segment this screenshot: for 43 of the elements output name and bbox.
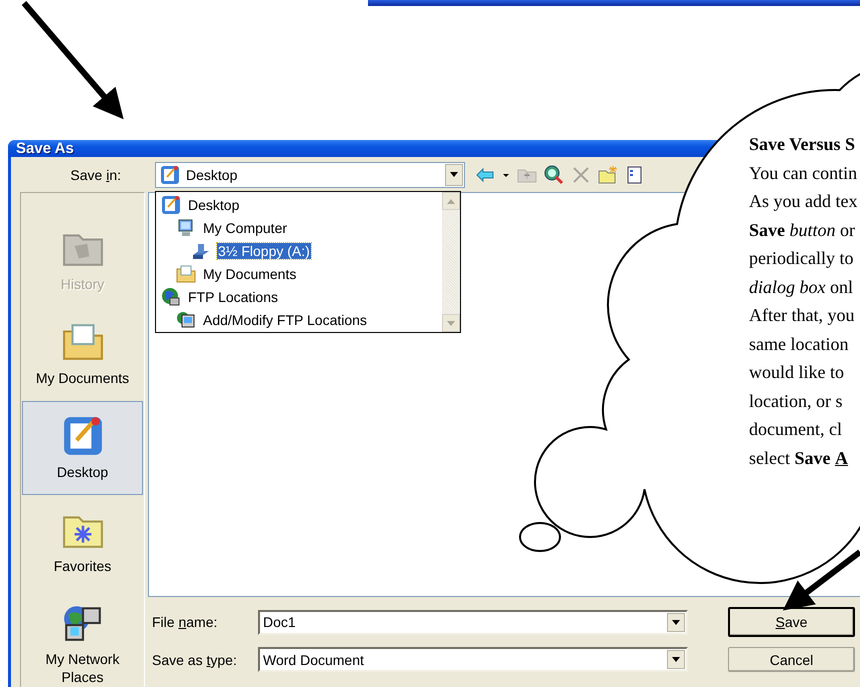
window-title: Save As <box>16 140 74 157</box>
callout-text: same location <box>749 332 850 356</box>
callout-text: periodically to <box>749 247 854 270</box>
callout-text: As you add tex <box>749 190 858 213</box>
field-label: File name: <box>152 614 218 630</box>
file-type-dropdown[interactable]: Word Document <box>258 647 688 672</box>
location-item[interactable]: FTP Locations <box>187 288 280 304</box>
place-item[interactable]: My Documents <box>22 307 143 401</box>
folder-icon <box>62 321 104 363</box>
location-dropdown[interactable]: Desktop <box>155 162 465 188</box>
field-label: Save in: <box>70 166 121 182</box>
callout-text: would like to <box>749 361 845 384</box>
field-label: Save as type: <box>152 652 238 668</box>
search-icon[interactable] <box>544 164 564 184</box>
desktop-icon <box>160 164 180 184</box>
folder-icon <box>176 264 196 284</box>
callout-text: Save button or <box>749 218 856 242</box>
place-item[interactable]: Favorites <box>22 495 143 589</box>
place-item[interactable]: My Network Places <box>22 589 143 687</box>
caret-icon[interactable] <box>672 620 680 624</box>
callout-text: location, or s <box>749 390 844 412</box>
location-item[interactable]: Add/Modify FTP Locations <box>202 312 368 328</box>
callout-text: dialog box onl <box>749 276 854 299</box>
save-button[interactable]: Save <box>728 607 855 637</box>
caret-icon[interactable] <box>450 172 458 177</box>
location-item[interactable]: 3½ Floppy (A:) <box>217 242 311 258</box>
file-name-field[interactable]: Doc1 <box>258 610 688 634</box>
callout-text: select Save A <box>749 446 849 470</box>
globe-icon <box>161 286 181 306</box>
callout-text: You can contin <box>749 162 858 184</box>
cancel-button[interactable]: Cancel <box>728 647 855 672</box>
callout-text: Save Versus S <box>749 133 856 156</box>
location-item[interactable]: My Documents <box>202 266 298 282</box>
desktop-icon <box>161 194 181 214</box>
new-folder-icon[interactable] <box>598 164 618 184</box>
desktop-icon <box>62 415 104 457</box>
caret-icon[interactable] <box>672 657 680 662</box>
location-item[interactable]: My Computer <box>202 220 288 236</box>
callout-text: After that, you <box>749 304 856 327</box>
callout-text: document, cl <box>749 418 843 441</box>
globe-icon <box>176 310 196 330</box>
place-item[interactable]: Desktop <box>22 401 143 495</box>
location-item[interactable]: Desktop <box>187 196 240 212</box>
